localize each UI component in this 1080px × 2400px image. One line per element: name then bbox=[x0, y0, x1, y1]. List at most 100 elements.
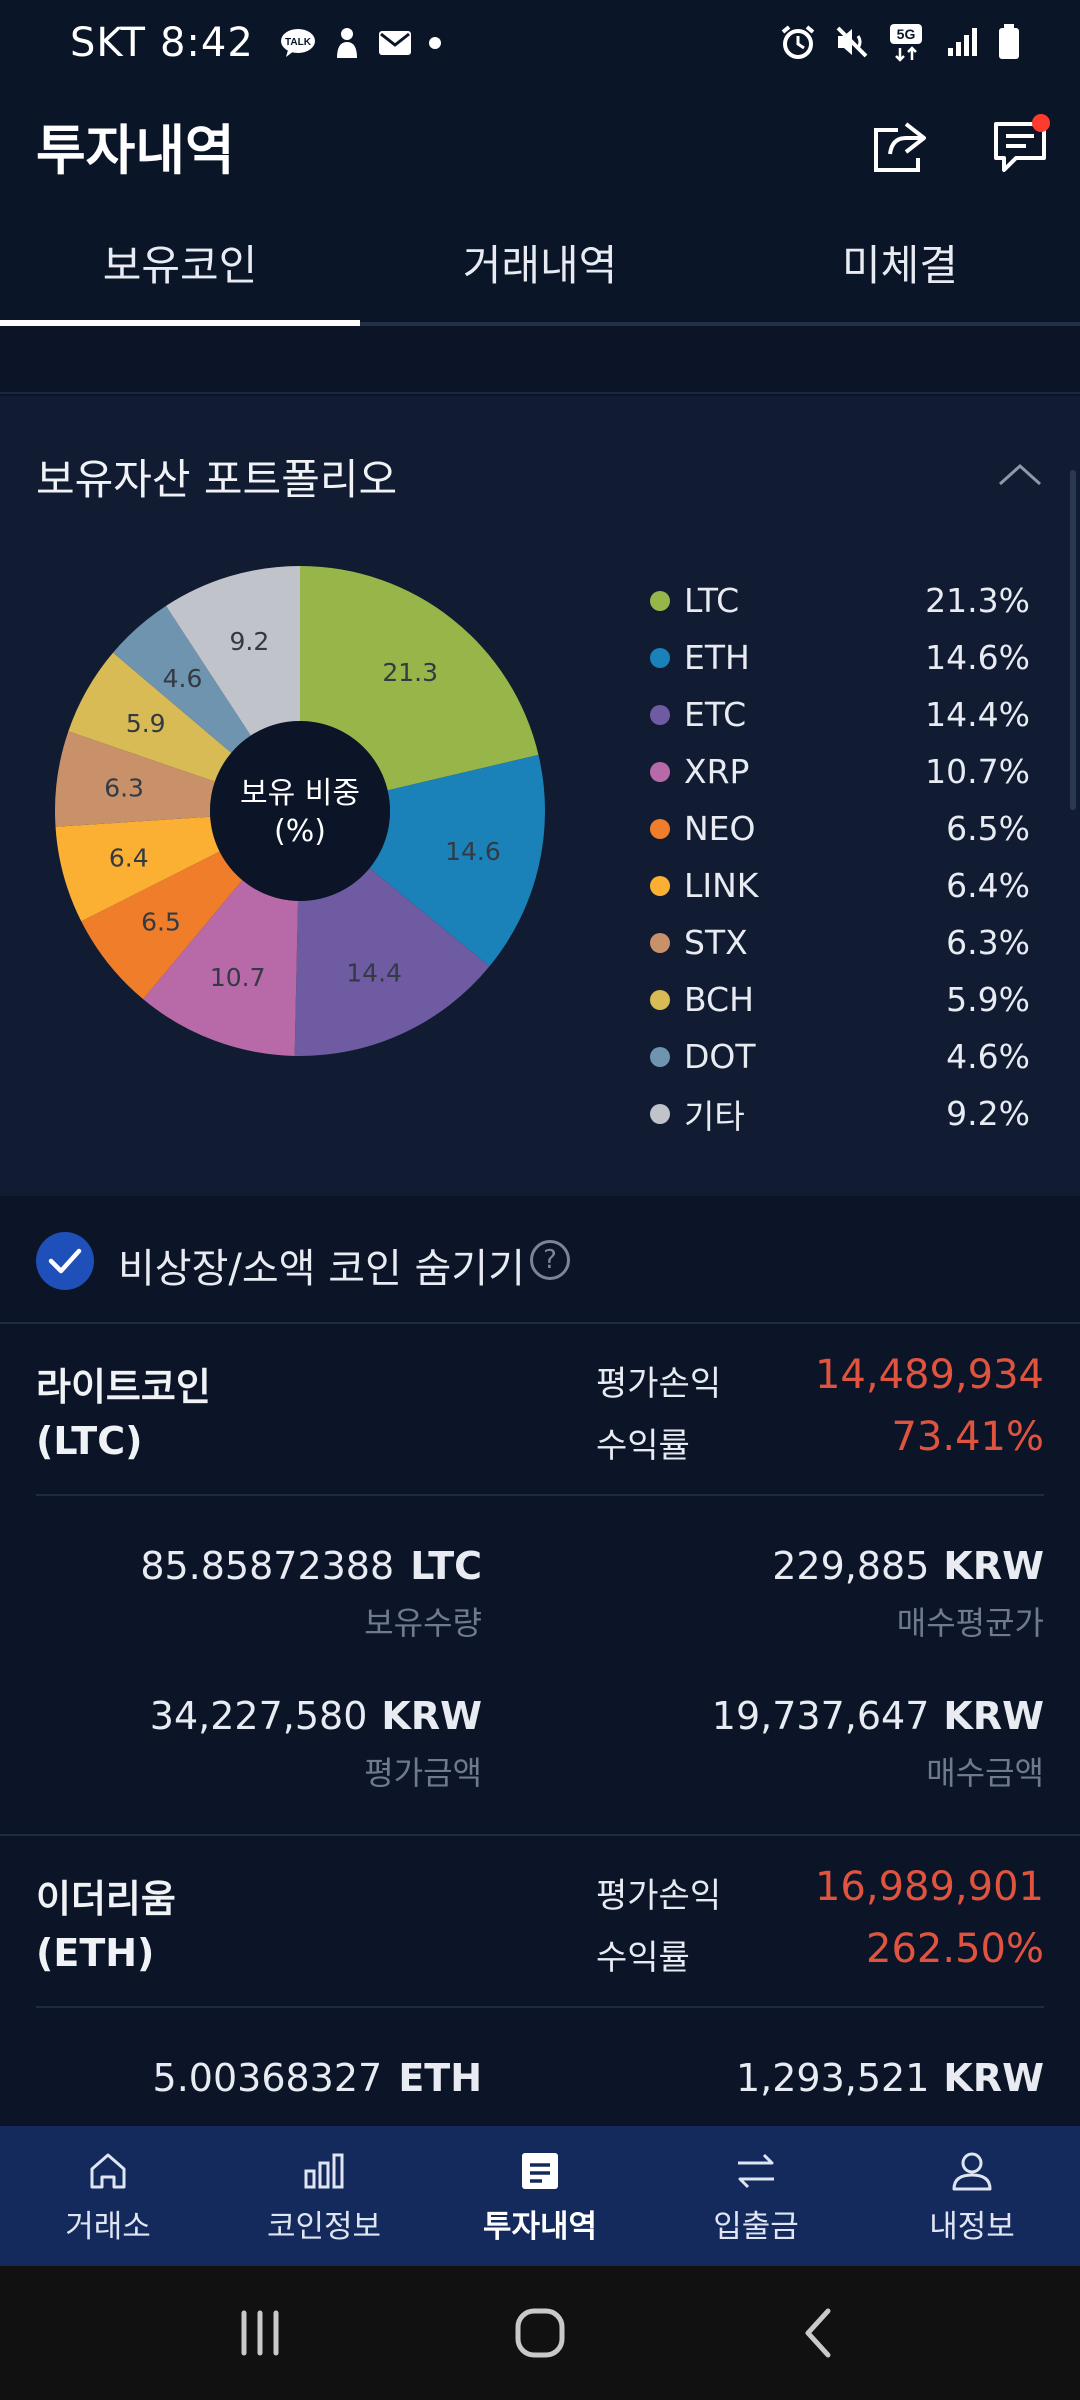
pl-value: 14,489,934 bbox=[814, 1352, 1044, 1398]
status-bar: SKT 8:42 TALK 5G bbox=[0, 0, 1080, 92]
legend-item: 기타 9.2% bbox=[650, 1085, 1030, 1142]
chat-button[interactable] bbox=[980, 106, 1060, 186]
page-title: 투자내역 bbox=[36, 119, 235, 182]
legend-name: ETC bbox=[684, 695, 747, 734]
nav-coin-info[interactable]: 코인정보 bbox=[216, 2126, 432, 2266]
legend-name: LTC bbox=[684, 581, 740, 620]
share-button[interactable] bbox=[860, 106, 940, 186]
legend-name: XRP bbox=[684, 752, 750, 791]
transfer-icon bbox=[732, 2147, 780, 2195]
nav-label: 내정보 bbox=[929, 2208, 1015, 2245]
coin-name-symbol: (LTC) bbox=[36, 1419, 143, 1463]
buy-amount-label: 매수금액 bbox=[926, 1754, 1044, 1792]
scrollbar[interactable] bbox=[1070, 470, 1076, 810]
portfolio-title: 보유자산 포트폴리오 bbox=[36, 455, 398, 504]
document-icon bbox=[516, 2147, 564, 2195]
back-button[interactable] bbox=[760, 2293, 880, 2373]
status-left: SKT 8:42 TALK bbox=[70, 20, 442, 66]
legend-swatch bbox=[650, 647, 670, 668]
nav-label: 입출금 bbox=[713, 2208, 799, 2245]
home-button[interactable] bbox=[480, 2293, 600, 2373]
legend-item: LINK 6.4% bbox=[650, 857, 1030, 914]
legend-name: 기타 bbox=[684, 1096, 745, 1136]
talk-icon: TALK bbox=[280, 29, 315, 57]
avg-price-unit: KRW bbox=[943, 2056, 1044, 2100]
clock-label: 8:42 bbox=[159, 20, 254, 66]
eval-amount-unit: KRW bbox=[381, 1694, 482, 1738]
legend-item: DOT 4.6% bbox=[650, 1028, 1030, 1085]
legend-value: 21.3% bbox=[925, 581, 1030, 620]
avg-price-stat: 229,885 KRW 매수평균가 bbox=[772, 1544, 1044, 1644]
bottom-nav: 거래소 코인정보 투자내역 입출금 내정보 bbox=[0, 2126, 1080, 2266]
legend-swatch bbox=[650, 818, 670, 839]
nav-investment-history[interactable]: 투자내역 bbox=[432, 2126, 648, 2266]
legend-swatch bbox=[650, 704, 670, 725]
legend-swatch bbox=[650, 932, 670, 953]
rate-label: 수익률 bbox=[596, 1426, 690, 1466]
avg-price-value: 229,885 bbox=[772, 1544, 930, 1588]
donut-center-label: (%) bbox=[274, 814, 326, 849]
help-icon[interactable]: ? bbox=[530, 1240, 570, 1280]
pl-value: 16,989,901 bbox=[814, 1864, 1044, 1910]
donut-data-label: 5.9 bbox=[126, 709, 166, 738]
coin-name-korean: 라이트코인 bbox=[36, 1365, 211, 1409]
rate-value: 73.41% bbox=[891, 1414, 1044, 1460]
holding-value: 85.85872388 bbox=[140, 1544, 395, 1588]
avg-price-value: 1,293,521 bbox=[735, 2056, 930, 2100]
avg-price-unit: KRW bbox=[943, 1544, 1044, 1588]
donut-data-label: 9.2 bbox=[229, 627, 269, 656]
svg-text:5G: 5G bbox=[897, 26, 916, 42]
donut-data-label: 6.5 bbox=[141, 907, 181, 936]
share-icon bbox=[874, 122, 926, 172]
eval-amount-stat: 34,227,580 KRW 평가금액 bbox=[150, 1694, 482, 1794]
hide-small-coins-checkbox[interactable] bbox=[36, 1232, 94, 1290]
person-icon bbox=[948, 2147, 996, 2195]
battery-icon bbox=[999, 24, 1019, 59]
hide-small-coins-row: 비상장/소액 코인 숨기기 ? bbox=[0, 1196, 1080, 1324]
notification-icons: TALK bbox=[280, 26, 442, 60]
coin-divider bbox=[36, 2006, 1044, 2008]
donut-data-label: 6.4 bbox=[109, 844, 149, 873]
legend-value: 14.6% bbox=[925, 638, 1030, 677]
coin-name: 라이트코인 (LTC) bbox=[36, 1360, 211, 1468]
donut-data-label: 14.4 bbox=[346, 958, 402, 987]
app-header: 투자내역 bbox=[0, 92, 1080, 202]
rate-value: 262.50% bbox=[866, 1926, 1044, 1972]
legend-swatch bbox=[650, 1046, 670, 1067]
alarm-icon bbox=[781, 25, 815, 59]
nav-deposit-withdraw[interactable]: 입출금 bbox=[648, 2126, 864, 2266]
avg-price-label: 매수평균가 bbox=[896, 1604, 1044, 1642]
tab-pending[interactable]: 미체결 bbox=[720, 202, 1080, 322]
notification-dot bbox=[1032, 114, 1050, 132]
donut-hole bbox=[210, 721, 390, 901]
nav-my-info[interactable]: 내정보 bbox=[864, 2126, 1080, 2266]
coin-card-eth[interactable]: 이더리움 (ETH) 평가손익 16,989,901 수익률 262.50% 5… bbox=[0, 1838, 1080, 2128]
home-icon bbox=[84, 2147, 132, 2195]
recent-apps-button[interactable] bbox=[200, 2293, 320, 2373]
holding-value: 5.00368327 bbox=[152, 2056, 383, 2100]
legend-swatch bbox=[650, 875, 670, 896]
donut-center-label: 보유 비중 bbox=[240, 776, 360, 811]
check-icon bbox=[48, 1248, 82, 1274]
tab-holdings[interactable]: 보유코인 bbox=[0, 202, 360, 326]
mute-icon bbox=[836, 26, 868, 58]
collapse-button[interactable] bbox=[996, 456, 1044, 492]
donut-data-label: 10.7 bbox=[210, 963, 266, 992]
nav-exchange[interactable]: 거래소 bbox=[0, 2126, 216, 2266]
coin-card-ltc[interactable]: 라이트코인 (LTC) 평가손익 14,489,934 수익률 73.41% 8… bbox=[0, 1326, 1080, 1836]
tab-transactions[interactable]: 거래내역 bbox=[360, 202, 720, 322]
donut-svg: 21.3 14.6 14.4 10.7 6.5 6.4 6.3 5.9 4.6 9.2 보유 비중(… bbox=[55, 566, 545, 1056]
rate-label: 수익률 bbox=[596, 1938, 690, 1978]
svg-text:TALK: TALK bbox=[285, 37, 312, 48]
donut-data-label: 14.6 bbox=[445, 837, 501, 866]
app-notification-icon bbox=[336, 28, 357, 58]
donut-data-label: 4.6 bbox=[163, 664, 203, 693]
signal-icon bbox=[948, 28, 977, 56]
pl-label: 평가손익 bbox=[596, 1364, 722, 1404]
legend-value: 6.4% bbox=[946, 866, 1030, 905]
legend-name: LINK bbox=[684, 866, 759, 905]
legend-swatch bbox=[650, 590, 670, 611]
legend-item: NEO 6.5% bbox=[650, 800, 1030, 857]
legend-swatch bbox=[650, 989, 670, 1010]
coin-name: 이더리움 (ETH) bbox=[36, 1872, 176, 1980]
